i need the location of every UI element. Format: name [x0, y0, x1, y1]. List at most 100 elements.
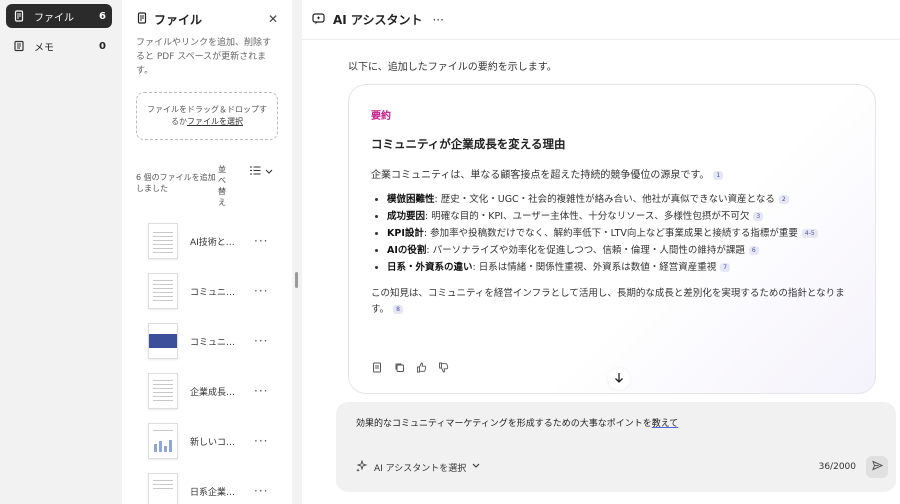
file-name: 日系企業… [190, 487, 236, 498]
nav-item-label: ファイル [34, 12, 74, 24]
file-name: コミュニ… [190, 337, 236, 348]
citation-badge[interactable]: 4-5 [801, 229, 818, 238]
more-options-icon[interactable]: ··· [254, 234, 268, 248]
character-count: 36/2000 [818, 462, 856, 472]
file-name: 企業成長… [190, 387, 236, 398]
bullet-term: 日系・外資系の違い [387, 262, 473, 273]
sparkle-icon [356, 459, 368, 475]
assistant-header: AI アシスタント ··· [302, 0, 900, 40]
file-thumbnail [148, 273, 178, 309]
summary-bullets: 模倣困難性: 歴史・文化・UGC・社会的複雑性が絡み合い、他社が真似できない資産… [371, 191, 853, 276]
list-item: 模倣困難性: 歴史・文化・UGC・社会的複雑性が絡み合い、他社が真似できない資産… [387, 191, 853, 208]
panel-resize-handle[interactable] [295, 272, 298, 288]
file-name: コミュニ… [190, 287, 236, 298]
sort-button[interactable]: 並べ替え [218, 164, 228, 208]
files-panel: ファイル ✕ ファイルやリンクを追加、削除すると PDF スペースが更新されます… [122, 0, 292, 504]
bullet-text: : 日系は情緒・関係性重視、外資系は数値・経営資産重視 [472, 262, 717, 273]
arrow-down-icon [614, 372, 624, 387]
list-item[interactable]: 日系企業… ··· [136, 473, 278, 504]
list-item[interactable]: コミュニ… ··· [136, 323, 278, 359]
summary-lead: 企業コミュニティは、単なる顧客接点を超えた持続的競争優位の源泉です。 1 [371, 166, 853, 181]
chat-input-text-underlined: 教えて [651, 419, 679, 429]
summary-heading: コミュニティが企業成長を変える理由 [371, 137, 566, 151]
chat-input[interactable]: 効果的なコミュニティマーケティングを形成するための大事なポイントを教えて [356, 416, 876, 429]
summary-tag: 要約 [371, 111, 391, 122]
assistant-intro: 以下に、追加したファイルの要約を示します。 [348, 62, 557, 73]
bullet-text: : 明確な目的・KPI、ユーザー主体性、十分なリソース、多様性包摂が不可欠 [425, 211, 750, 222]
list-item[interactable]: コミュニ… ··· [136, 273, 278, 309]
citation-badge[interactable]: 3 [753, 212, 764, 221]
bullet-text: : パーソナライズや効率化を促進しつつ、信頼・倫理・人間性の維持が課題 [426, 245, 745, 256]
ai-assistant-icon [312, 12, 325, 28]
view-toggle[interactable] [250, 166, 273, 178]
list-item[interactable]: 新しいコ… ··· [136, 423, 278, 459]
summary-actions [371, 361, 449, 373]
more-options-icon[interactable]: ··· [254, 384, 268, 398]
nav-item-files[interactable]: ファイル 6 [6, 4, 112, 28]
list-item: 成功要因: 明確な目的・KPI、ユーザー主体性、十分なリソース、多様性包摂が不可… [387, 208, 853, 225]
file-count-text: 6 個のファイルを追加しました [136, 173, 216, 193]
more-options-icon[interactable]: ··· [432, 13, 443, 27]
more-options-icon[interactable]: ··· [254, 284, 268, 298]
scroll-down-button[interactable] [608, 368, 630, 390]
file-name: 新しいコ… [190, 437, 236, 448]
list-item: AIの役割: パーソナライズや効率化を促進しつつ、信頼・倫理・人間性の維持が課題… [387, 242, 853, 259]
citation-badge[interactable]: 2 [778, 195, 789, 204]
more-options-icon[interactable]: ··· [254, 334, 268, 348]
chevron-down-icon [472, 462, 480, 472]
chevron-down-icon [265, 167, 273, 178]
file-thumbnail [148, 323, 178, 359]
bullet-text: : 参加率や投稿数だけでなく、解約率低下・LTV向上など事業成果と接続する指標が… [423, 228, 798, 239]
file-name: AI技術と… [190, 237, 235, 248]
nav-item-label: メモ [34, 42, 54, 54]
file-thumbnail [148, 223, 178, 259]
files-panel-description: ファイルやリンクを追加、削除すると PDF スペースが更新されます。 [136, 38, 272, 76]
citation-badge[interactable]: 6 [748, 246, 759, 255]
assistant-panel: AI アシスタント ··· 以下に、追加したファイルの要約を示します。 要約 コ… [302, 0, 900, 504]
composer-toolbar: AI アシスタントを選択 36/2000 [356, 456, 888, 478]
list-item: 日系・外資系の違い: 日系は情緒・関係性重視、外資系は数値・経営資産重視7 [387, 259, 853, 276]
bullet-text: : 歴史・文化・UGC・社会的複雑性が絡み合い、他社が真似できない資産となる [434, 194, 775, 205]
list-item: KPI設計: 参加率や投稿数だけでなく、解約率低下・LTV向上など事業成果と接続… [387, 225, 853, 242]
memo-icon [12, 39, 26, 53]
citation-badge[interactable]: 1 [713, 170, 724, 180]
assistant-title: AI アシスタント [333, 13, 423, 27]
file-thumbnail [148, 373, 178, 409]
file-list: AI技術と… ··· コミュニ… ··· コミュニ… ··· 企業成長… ··· [136, 223, 278, 504]
list-item[interactable]: AI技術と… ··· [136, 223, 278, 259]
file-icon [12, 9, 26, 23]
assistant-select-label: AI アシスタントを選択 [374, 463, 467, 474]
citation-badge[interactable]: 8 [393, 305, 403, 314]
assistant-select-dropdown[interactable]: AI アシスタントを選択 [356, 459, 480, 475]
summary-conclusion-text: この知見は、コミュニティを経営インフラとして活用し、長期的な成長と差別化を実現す… [371, 288, 845, 315]
bullet-term: KPI設計 [387, 228, 424, 239]
summary-conclusion: この知見は、コミュニティを経営インフラとして活用し、長期的な成長と差別化を実現す… [371, 286, 851, 318]
list-view-icon [250, 166, 261, 178]
nav-item-memo[interactable]: メモ 0 [6, 34, 112, 58]
files-meta: 6 個のファイルを追加しました 並べ替え [136, 164, 278, 208]
chat-composer[interactable]: 効果的なコミュニティマーケティングを形成するための大事なポイントを教えて AI … [336, 402, 896, 492]
bullet-term: AIの役割 [387, 245, 427, 256]
thumbs-down-icon[interactable] [437, 361, 449, 373]
send-button[interactable] [866, 456, 888, 478]
file-icon [136, 11, 148, 27]
files-panel-header: ファイル ✕ [136, 10, 278, 28]
more-options-icon[interactable]: ··· [254, 434, 268, 448]
close-icon[interactable]: ✕ [268, 12, 278, 26]
left-nav: ファイル 6 メモ 0 [0, 0, 118, 504]
send-icon [871, 460, 883, 474]
summary-card: 要約 コミュニティが企業成長を変える理由 企業コミュニティは、単なる顧客接点を超… [348, 84, 876, 394]
save-to-memo-icon[interactable] [371, 361, 383, 373]
thumbs-up-icon[interactable] [415, 361, 427, 373]
nav-item-count: 0 [99, 40, 106, 52]
more-options-icon[interactable]: ··· [254, 484, 268, 498]
bullet-term: 模倣困難性 [387, 194, 435, 205]
chat-input-text: 効果的なコミュニティマーケティングを形成するための大事なポイントを [356, 419, 652, 429]
copy-icon[interactable] [393, 361, 405, 373]
nav-item-count: 6 [99, 10, 106, 22]
bullet-term: 成功要因 [387, 211, 426, 222]
citation-badge[interactable]: 7 [720, 263, 731, 272]
file-dropzone[interactable]: ファイルをドラッグ＆ドロップするかファイルを選択 [136, 92, 278, 140]
list-item[interactable]: 企業成長… ··· [136, 373, 278, 409]
select-file-link[interactable]: ファイルを選択 [187, 117, 243, 126]
